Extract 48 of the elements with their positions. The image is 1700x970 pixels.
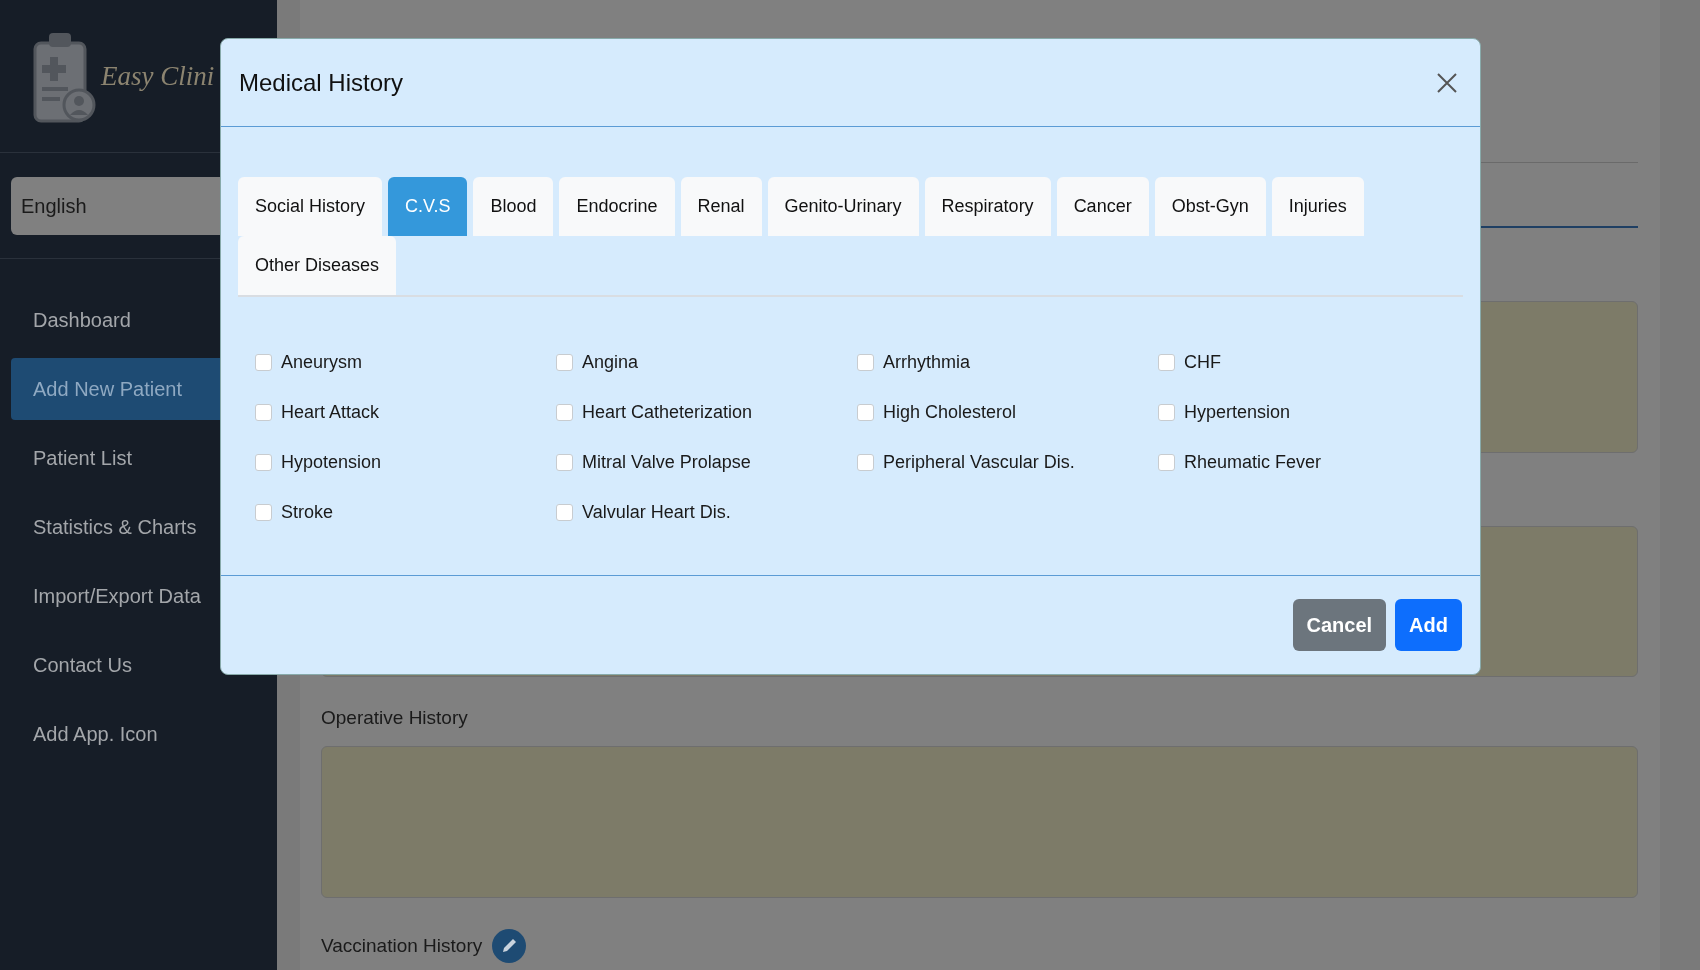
field-label: Vaccination History: [321, 935, 483, 957]
checkbox-label: Valvular Heart Dis.: [582, 502, 731, 523]
category-tab[interactable]: Renal: [680, 177, 762, 236]
checkbox[interactable]: [556, 404, 573, 421]
checkbox-label: Aneurysm: [281, 352, 363, 373]
checkbox[interactable]: [255, 454, 272, 471]
checkbox-label: Stroke: [281, 502, 334, 523]
category-tab[interactable]: Injuries: [1271, 177, 1364, 236]
category-tab[interactable]: Genito-Urinary: [767, 177, 919, 236]
text-area[interactable]: [321, 746, 1638, 898]
modal-title: Medical History: [239, 68, 404, 97]
category-tab[interactable]: Obst-Gyn: [1154, 177, 1266, 236]
sidebar-item[interactable]: Add App. Icon: [11, 703, 277, 765]
category-tab[interactable]: Blood: [473, 177, 554, 236]
checkbox[interactable]: [1158, 404, 1175, 421]
checkbox[interactable]: [857, 354, 874, 371]
checkbox[interactable]: [1158, 454, 1175, 471]
checkbox-label: Arrhythmia: [883, 352, 971, 373]
checkbox[interactable]: [255, 354, 272, 371]
checkbox[interactable]: [556, 504, 573, 521]
checkbox-label: Peripheral Vascular Dis.: [883, 452, 1075, 473]
checkbox[interactable]: [255, 404, 272, 421]
checkbox-label: Mitral Valve Prolapse: [582, 452, 751, 473]
edit-pencil-icon[interactable]: [492, 929, 527, 963]
cancel-button[interactable]: Cancel: [1292, 599, 1387, 651]
checkbox[interactable]: [857, 404, 874, 421]
category-tab[interactable]: Endocrine: [559, 177, 675, 236]
checkbox[interactable]: [857, 454, 874, 471]
add-button[interactable]: Add: [1395, 599, 1462, 651]
category-tab[interactable]: Other Diseases: [238, 236, 397, 295]
checkbox-label: Angina: [582, 352, 639, 373]
checkbox[interactable]: [556, 454, 573, 471]
checkbox-label: Heart Attack: [281, 402, 380, 423]
category-tab[interactable]: Cancer: [1056, 177, 1149, 236]
checkbox[interactable]: [255, 504, 272, 521]
category-tab[interactable]: Social History: [238, 177, 383, 236]
category-tab[interactable]: Respiratory: [924, 177, 1051, 236]
close-icon[interactable]: [1436, 71, 1458, 94]
checkbox[interactable]: [556, 354, 573, 371]
field-label: Operative History: [321, 707, 468, 728]
checkbox-label: Hypertension: [1184, 402, 1291, 423]
checkbox[interactable]: [1158, 354, 1175, 371]
app-logo-text: Easy Clini: [101, 60, 215, 92]
checkbox-label: Rheumatic Fever: [1184, 452, 1322, 473]
checkbox-label: High Cholesterol: [883, 402, 1017, 423]
checkbox-label: CHF: [1184, 352, 1221, 373]
checkbox-label: Hypotension: [281, 452, 382, 473]
checkbox-label: Heart Catheterization: [582, 402, 753, 423]
